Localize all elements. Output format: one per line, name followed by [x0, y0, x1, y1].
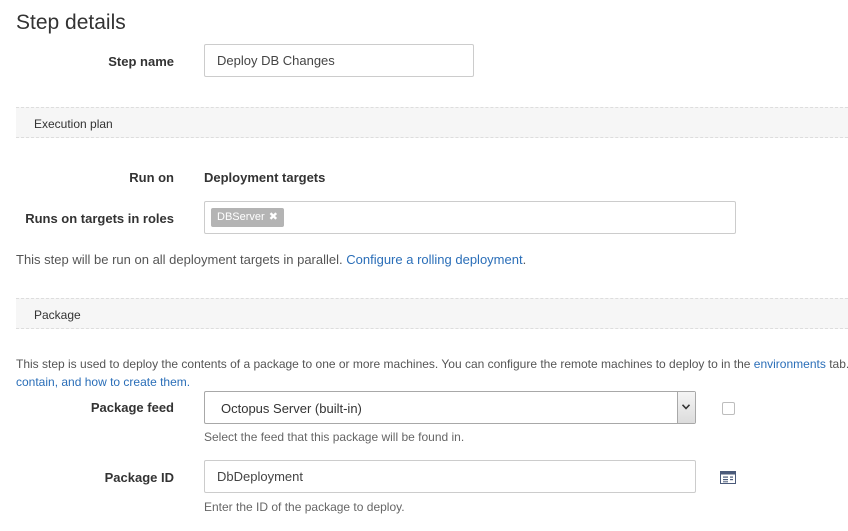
package-header[interactable]: Package — [16, 298, 848, 329]
package-help-link[interactable]: contain, and how to create them. — [16, 375, 190, 389]
package-feed-label: Package feed — [90, 400, 174, 415]
roles-tag-input[interactable]: DBServer ✖ — [204, 201, 736, 234]
role-tag-label: DBServer — [217, 211, 265, 223]
package-description-line2: contain, and how to create them. — [16, 375, 190, 389]
run-on-value: Deployment targets — [204, 170, 326, 185]
roles-label: Runs on targets in roles — [25, 211, 174, 226]
run-on-label: Run on — [129, 170, 174, 185]
remove-tag-icon[interactable]: ✖ — [269, 211, 278, 223]
package-id-label: Package ID — [104, 470, 174, 485]
chevron-down-icon[interactable] — [677, 392, 695, 423]
package-description: This step is used to deploy the contents… — [16, 357, 848, 371]
package-feed-select[interactable]: Octopus Server (built-in) — [204, 391, 696, 424]
package-list-icon[interactable] — [720, 471, 736, 489]
rolling-deployment-link[interactable]: Configure a rolling deployment — [346, 252, 522, 267]
role-tag: DBServer ✖ — [211, 208, 284, 227]
package-id-help: Enter the ID of the package to deploy. — [204, 500, 405, 514]
package-description-text: This step is used to deploy the contents… — [16, 357, 751, 371]
parallel-info: This step will be run on all deployment … — [16, 252, 526, 267]
package-description-tail: tab. — [829, 357, 848, 371]
rolling-suffix: . — [522, 252, 527, 267]
execution-plan-header-label: Execution plan — [34, 117, 113, 131]
package-feed-help: Select the feed that this package will b… — [204, 430, 465, 444]
page-title: Step details — [16, 11, 126, 34]
feed-bound-checkbox[interactable] — [722, 402, 735, 415]
package-id-input[interactable] — [204, 460, 696, 493]
execution-plan-header[interactable]: Execution plan — [16, 107, 848, 138]
package-feed-value: Octopus Server (built-in) — [221, 401, 362, 416]
package-header-label: Package — [34, 308, 81, 322]
parallel-text: This step will be run on all deployment … — [16, 252, 343, 267]
step-name-input[interactable] — [204, 44, 474, 77]
environments-link[interactable]: environments — [754, 357, 826, 371]
step-name-label: Step name — [108, 54, 174, 69]
